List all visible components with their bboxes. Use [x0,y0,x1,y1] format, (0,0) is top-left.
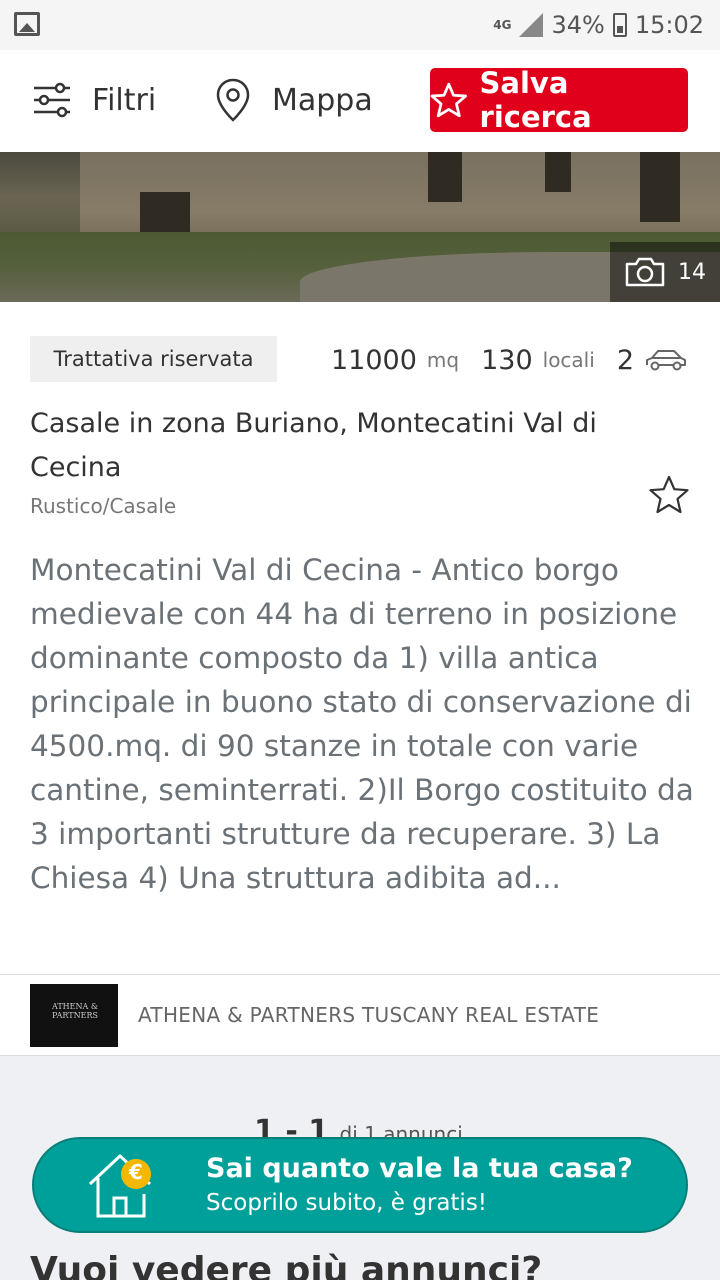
photo-count: 14 [678,259,706,285]
favorite-star-icon[interactable] [648,474,690,516]
rooms-unit: locali [542,348,595,372]
garage-value: 2 [616,344,634,376]
listing-features: 11000 mq 130 locali 2 [331,338,688,382]
save-search-button[interactable]: Salva ricerca [430,66,688,134]
clock: 15:02 [634,11,704,39]
gallery-notification-icon [14,12,40,36]
pagination-total: di 1 annunci [339,1122,463,1138]
surface-unit: mq [426,348,460,372]
photo-detail [545,152,571,192]
sliders-icon [34,82,70,118]
star-outline-icon [430,82,467,118]
price-badge: Trattativa riservata [30,336,277,382]
battery-icon [612,13,627,37]
status-bar: 4G 34% 15:02 [0,0,720,50]
listing-description[interactable]: Montecatini Val di Cecina - Antico borgo… [30,548,702,900]
map-pin-icon [216,78,250,122]
photo-count-badge[interactable]: 14 [610,242,720,302]
more-listings-heading: Vuoi vedere più annunci? [30,1250,543,1280]
listing-photo[interactable]: 14 [0,152,720,302]
save-search-label: Salva ricerca [479,66,592,134]
filters-label: Filtri [92,82,157,118]
agency-bar[interactable]: ATHENA & PARTNERS ATHENA & PARTNERS TUSC… [0,974,720,1056]
pagination-range: 1 - 1 [254,1114,330,1138]
banner-title: Sai quanto vale la tua casa? [206,1153,633,1184]
network-type: 4G [493,18,512,32]
listing-title[interactable]: Casale in zona Buriano, Montecatini Val … [30,402,650,490]
banner-text: Sai quanto vale la tua casa? Scoprilo su… [206,1151,633,1219]
camera-icon [625,257,665,287]
rooms-value: 130 [481,344,533,376]
banner-subtitle: Scoprilo subito, è gratis! [206,1190,488,1216]
home-valuation-banner[interactable]: € Sai quanto vale la tua casa? Scoprilo … [32,1137,688,1233]
pagination-summary: 1 - 1 di 1 annunci [254,1114,463,1138]
listing-category: Rustico/Casale [30,494,177,518]
photo-detail [640,152,680,222]
map-label: Mappa [272,82,373,118]
status-indicators: 4G 34% 15:02 [493,10,704,40]
house-icon [88,1154,152,1218]
agency-logo: ATHENA & PARTNERS [30,984,118,1047]
agency-name: ATHENA & PARTNERS TUSCANY REAL ESTATE [138,1003,600,1027]
photo-detail [428,152,462,202]
surface-value: 11000 [331,344,417,376]
battery-percent: 34% [551,11,605,39]
currency-symbol: € [129,1160,143,1184]
car-icon [646,350,686,371]
signal-icon [519,13,544,37]
search-toolbar: Filtri Mappa Salva ricerca [0,50,720,152]
filters-button[interactable]: Filtri [32,68,156,132]
house-valuation-icon: € [86,1150,166,1220]
map-button[interactable]: Mappa [214,68,373,132]
